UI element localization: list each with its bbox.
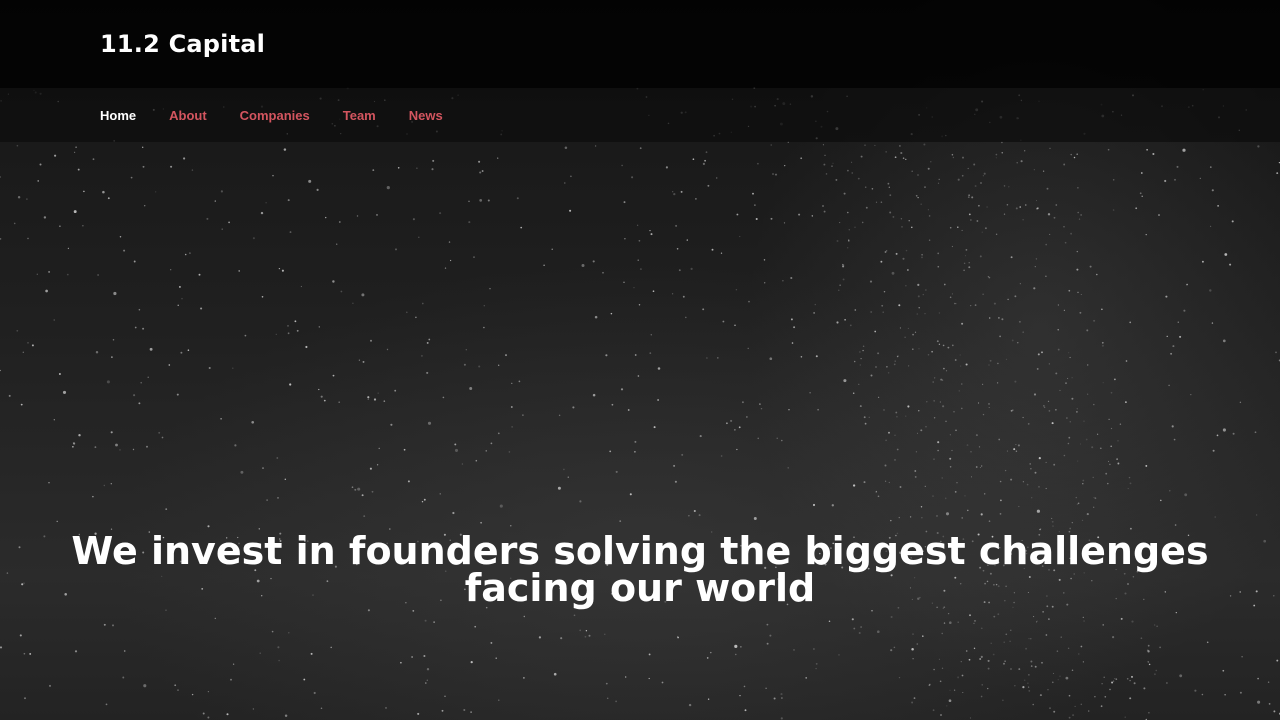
nav-news[interactable]: News bbox=[409, 108, 443, 123]
site-header: 11.2 Capital bbox=[0, 0, 1280, 88]
main-navigation: Home About Companies Team News bbox=[0, 88, 1280, 142]
nav-about[interactable]: About bbox=[169, 108, 207, 123]
site-logo[interactable]: 11.2 Capital bbox=[100, 27, 265, 61]
nav-companies[interactable]: Companies bbox=[240, 108, 310, 123]
page: 11.2 Capital Home About Companies Team N… bbox=[0, 0, 1280, 720]
nav-menu: Home About Companies Team News bbox=[100, 88, 476, 142]
hero-title: We invest in founders solving the bigges… bbox=[71, 529, 1209, 610]
nav-home[interactable]: Home bbox=[100, 108, 136, 123]
nav-team[interactable]: Team bbox=[343, 108, 376, 123]
